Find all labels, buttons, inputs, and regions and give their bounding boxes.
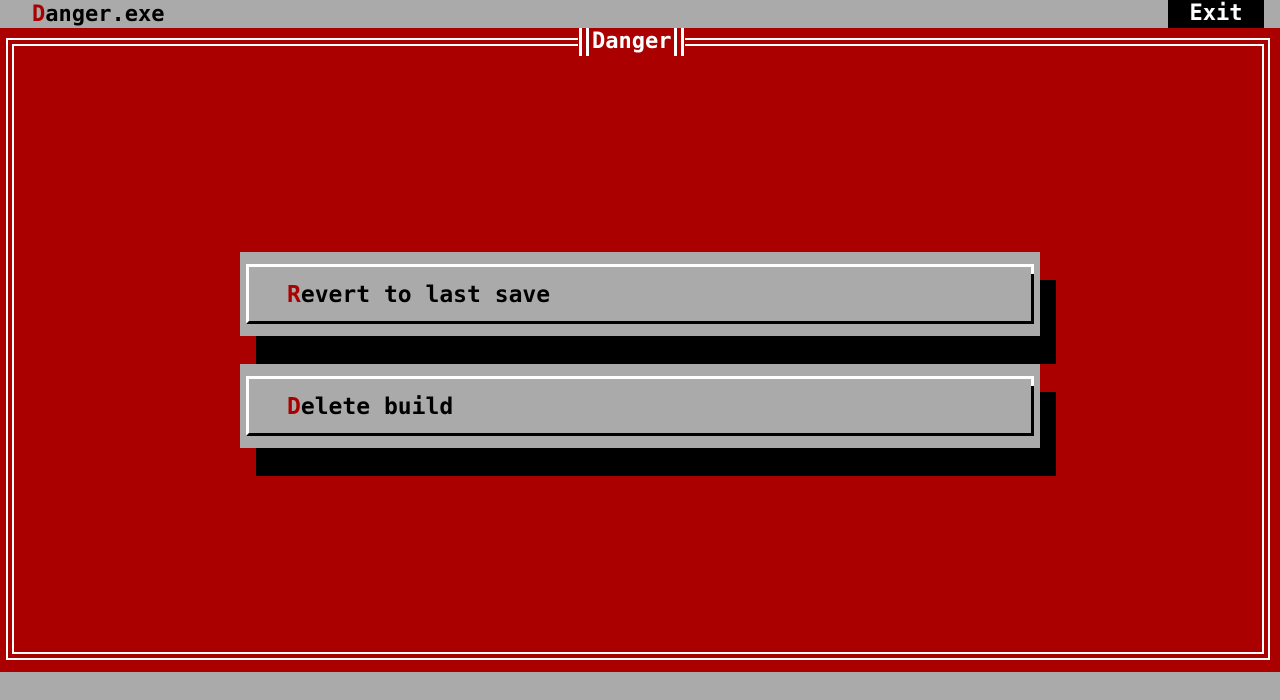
danger-dialog: Danger Revert to last save Delete build bbox=[0, 28, 1280, 672]
delete-button-label: Delete build bbox=[287, 392, 453, 422]
revert-to-last-save-button[interactable]: Revert to last save bbox=[240, 252, 1040, 336]
delete-button-hotkey: D bbox=[287, 394, 301, 420]
dialog-title: Danger bbox=[592, 29, 672, 54]
revert-button-group: Revert to last save bbox=[240, 252, 1056, 364]
delete-button-group: Delete build bbox=[240, 364, 1056, 476]
revert-button-label: Revert to last save bbox=[287, 280, 550, 310]
delete-button-text: elete build bbox=[300, 394, 454, 420]
exit-button[interactable]: Exit bbox=[1168, 0, 1264, 28]
title-left-divider bbox=[579, 28, 589, 56]
menu-bar: Danger.exe Exit bbox=[0, 0, 1280, 28]
title-right-divider bbox=[674, 28, 685, 56]
revert-button-text: evert to last save bbox=[300, 282, 551, 308]
app-title-text: anger.exe bbox=[45, 2, 165, 27]
revert-button-hotkey: R bbox=[287, 282, 301, 308]
app-title: Danger.exe bbox=[32, 2, 164, 28]
app-title-hotkey: D bbox=[32, 2, 46, 27]
dialog-title-bar: Danger bbox=[578, 28, 686, 56]
status-bar bbox=[0, 672, 1280, 700]
screen: Danger.exe Exit Danger Revert to last sa… bbox=[0, 0, 1280, 700]
delete-build-button[interactable]: Delete build bbox=[240, 364, 1040, 448]
